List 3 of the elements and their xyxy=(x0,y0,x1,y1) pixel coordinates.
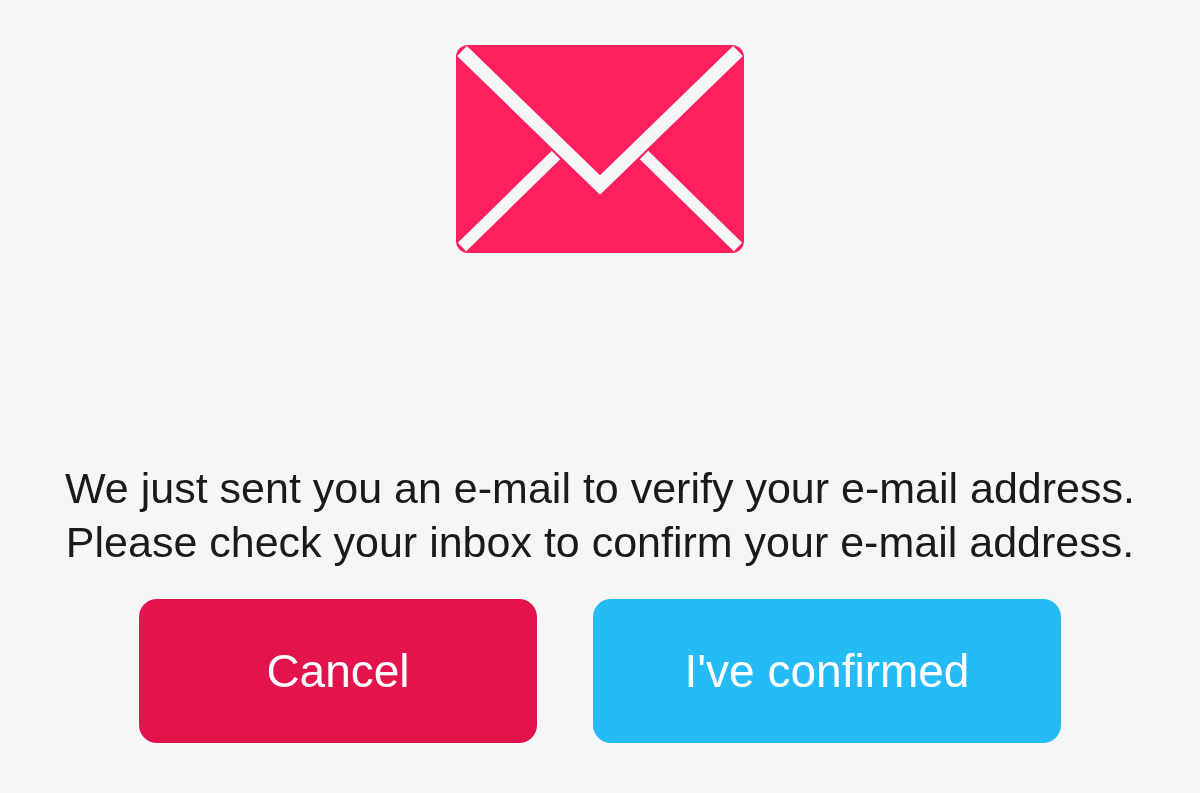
verification-message: We just sent you an e-mail to verify your e-mail address. Please check your inbox to confirm your e-mail address. xyxy=(64,463,1136,568)
cancel-button[interactable]: Cancel xyxy=(139,599,537,743)
envelope-icon xyxy=(456,45,744,253)
